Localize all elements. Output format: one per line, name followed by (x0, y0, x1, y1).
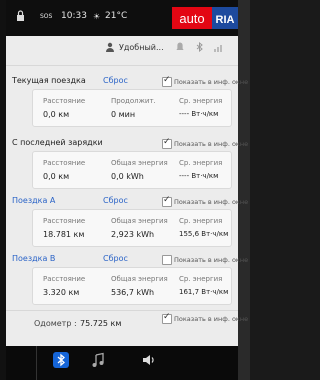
lock-icon[interactable] (16, 10, 25, 21)
show-in-info-checkbox[interactable] (162, 195, 172, 207)
total-energy-value: 536,7 kWh (111, 288, 155, 297)
person-icon[interactable] (105, 42, 115, 52)
bottom-bar (6, 346, 238, 380)
bluetooth-icon[interactable] (53, 352, 69, 368)
trip-stats-card: Расстояние Общая энергия Ср. энергия 0,0… (32, 151, 232, 189)
distance-value: 3.320 км (43, 288, 80, 297)
distance-label: Расстояние (43, 159, 86, 167)
show-in-info-checkbox[interactable] (162, 137, 172, 149)
show-in-info-checkbox[interactable] (162, 75, 172, 87)
avg-energy-value: 155,6 Вт·ч/км (179, 230, 229, 238)
duration-label: Продолжит. (111, 97, 156, 105)
trip-b-section: Поездка В Сброс Показать в инф. окне Рас… (6, 254, 248, 305)
distance-value: 0,0 км (43, 172, 70, 181)
checkbox-label: Показать в инф. окне (174, 256, 249, 264)
clock: 10:33 (61, 11, 87, 21)
show-in-info-checkbox[interactable] (162, 255, 172, 265)
profile-header: Удобный... (6, 36, 238, 58)
music-icon[interactable] (90, 352, 106, 368)
reset-button[interactable]: Сброс (103, 196, 128, 205)
temperature: 21°C (105, 11, 128, 21)
avg-energy-value: 161,7 Вт·ч/км (179, 288, 229, 296)
avg-energy-label: Ср. энергия (179, 159, 223, 167)
total-energy-label: Общая энергия (111, 217, 168, 225)
distance-label: Расстояние (43, 97, 86, 105)
screen: SOS 10:33 ☀ 21°C auto RIA Удобный... Тек… (0, 0, 250, 380)
avg-energy-label: Ср. энергия (179, 275, 223, 283)
total-energy-value: 2,923 kWh (111, 230, 155, 239)
trip-stats-card: Расстояние Продолжит. Ср. энергия 0,0 км… (32, 89, 232, 127)
distance-label: Расстояние (43, 217, 86, 225)
total-energy-value: 0,0 kWh (111, 172, 144, 181)
odometer-label: Одометр : (34, 319, 77, 328)
current-trip-section: Текущая поездка Сброс Показать в инф. ок… (6, 75, 248, 127)
checkbox-label: Показать в инф. окне (174, 315, 249, 323)
since-last-charge-section: С последней зарядки Показать в инф. окне… (6, 137, 248, 189)
trip-stats-card: Расстояние Общая энергия Ср. энергия 3.3… (32, 267, 232, 305)
avg-energy-label: Ср. энергия (179, 217, 223, 225)
sun-icon: ☀ (93, 12, 101, 21)
distance-label: Расстояние (43, 275, 86, 283)
logo-auto-text: auto (179, 11, 204, 26)
section-title: Текущая поездка (12, 76, 86, 85)
distance-value: 18.781 км (43, 230, 85, 239)
logo-ria-text: RIA (216, 14, 235, 26)
section-title: Поездка А (12, 196, 56, 205)
odometer-value: 75.725 км (80, 319, 122, 328)
avg-energy-value: ---- Вт·ч/км (179, 172, 219, 180)
bluetooth-icon[interactable] (196, 42, 203, 52)
odometer-show-checkbox[interactable] (162, 312, 172, 324)
trip-stats-card: Расстояние Общая энергия Ср. энергия 18.… (32, 209, 232, 247)
section-title: С последней зарядки (12, 138, 103, 147)
reset-button[interactable]: Сброс (103, 254, 128, 263)
trip-a-section: Поездка А Сброс Показать в инф. окне Рас… (6, 195, 248, 247)
avg-energy-value: ---- Вт·ч/км (179, 110, 219, 118)
distance-value: 0,0 км (43, 110, 70, 119)
bell-icon[interactable] (176, 42, 184, 52)
driver-profile-name[interactable]: Удобный... (119, 43, 164, 52)
volume-icon[interactable] (141, 352, 157, 368)
reset-button[interactable]: Сброс (103, 76, 128, 85)
checkbox-label: Показать в инф. окне (174, 140, 249, 148)
sos-label: SOS (40, 13, 53, 20)
checkbox-label: Показать в инф. окне (174, 198, 249, 206)
total-energy-label: Общая энергия (111, 275, 168, 283)
trips-panel: Удобный... Текущая поездка Сброс Показат… (6, 36, 248, 346)
checkbox-label: Показать в инф. окне (174, 78, 249, 86)
divider (36, 346, 37, 380)
section-title: Поездка В (12, 254, 56, 263)
screen-bezel-right (238, 0, 250, 380)
avg-energy-label: Ср. энергия (179, 97, 223, 105)
total-energy-label: Общая энергия (111, 159, 168, 167)
signal-icon (214, 45, 222, 52)
auto-ria-logo: auto RIA (172, 7, 238, 29)
duration-value: 0 мин (111, 110, 136, 119)
divider (6, 65, 238, 66)
divider (6, 310, 238, 311)
